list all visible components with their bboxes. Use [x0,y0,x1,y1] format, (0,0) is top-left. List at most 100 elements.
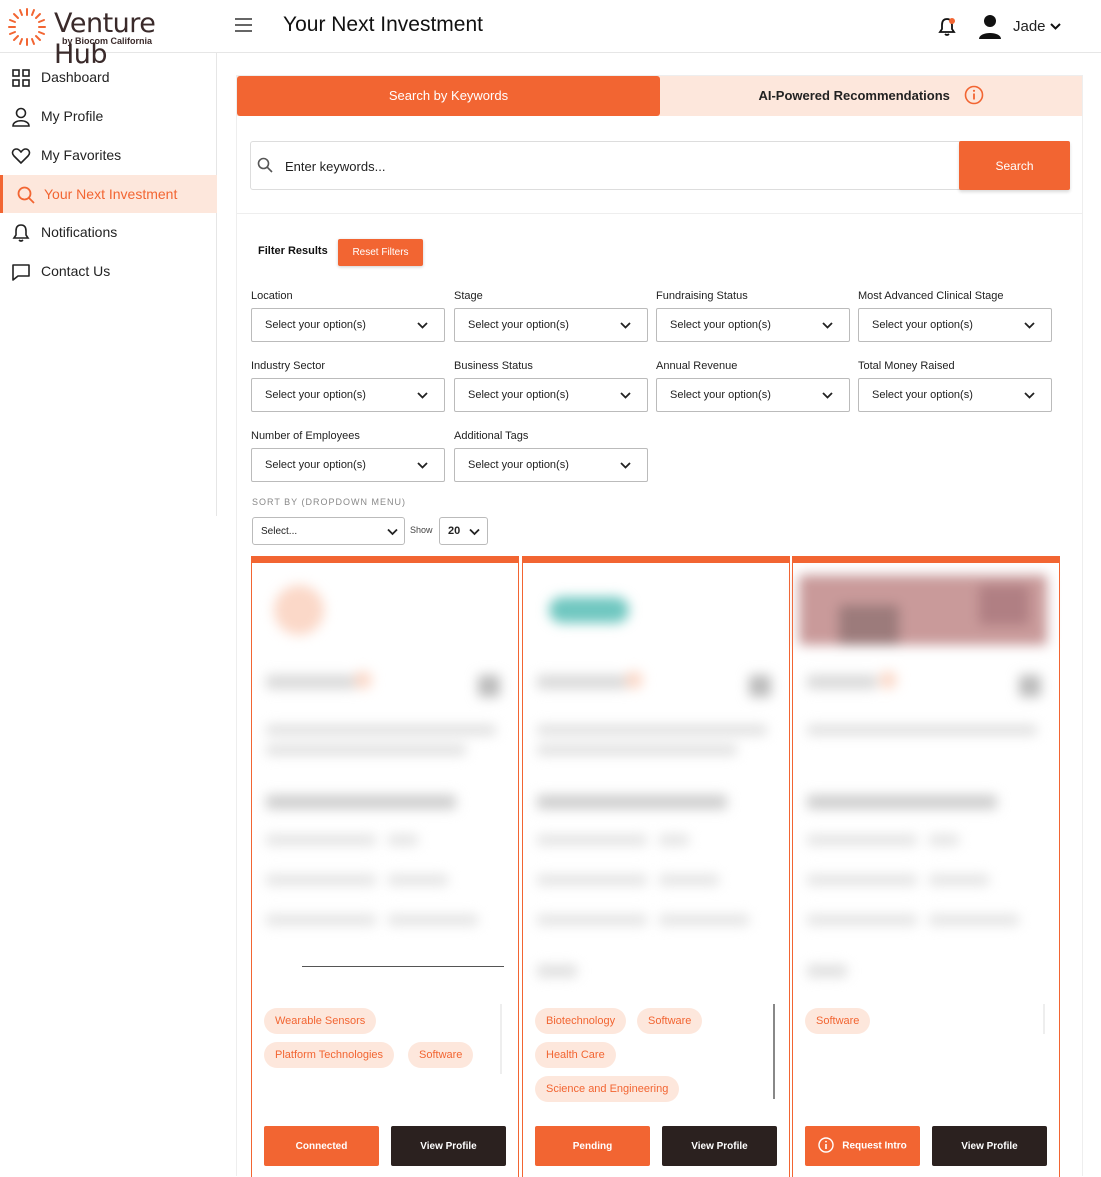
filter-label-location: Location [251,290,293,302]
sidebar-item-dashboard[interactable]: Dashboard [0,58,217,96]
sidebar-item-your-next-investment[interactable]: Your Next Investment [0,175,217,213]
brand-subtitle: by Biocom California [62,36,153,46]
select-value: Select your option(s) [670,389,771,401]
view-profile-button[interactable]: View Profile [391,1126,506,1166]
search-tabs: Search by Keywords AI-Powered Recommenda… [237,76,1082,116]
keyword-search-input[interactable] [285,154,925,178]
select-value: 20 [448,525,461,537]
search-icon [257,157,273,173]
notification-bell-icon[interactable] [937,16,957,38]
user-avatar-icon [979,15,1001,39]
select-value: Select your option(s) [468,319,569,331]
chevron-down-icon [387,528,398,536]
search-panel: Search by Keywords AI-Powered Recommenda… [236,75,1083,1177]
sidebar-item-label: Notifications [41,224,118,240]
fundraising-status-select[interactable]: Select your option(s) [656,308,850,342]
sidebar-item-label: My Profile [41,108,104,124]
grid-icon [12,69,30,87]
sunburst-logo-icon [8,8,46,46]
filter-label-industry-sector: Industry Sector [251,360,325,372]
select-value: Select your option(s) [670,319,771,331]
scrollbar[interactable] [500,1004,502,1074]
scrollbar[interactable] [1043,1004,1045,1034]
tab-label: AI-Powered Recommendations [758,88,950,103]
pending-button[interactable]: Pending [535,1126,650,1166]
chevron-down-icon [417,462,428,469]
sidebar-item-my-profile[interactable]: My Profile [0,97,217,135]
chevron-down-icon [620,322,631,329]
select-value: Select... [261,526,298,537]
employees-select[interactable]: Select your option(s) [251,448,445,482]
blurred-company-details [529,575,777,980]
additional-tags-select[interactable]: Select your option(s) [454,448,648,482]
filter-label-additional-tags: Additional Tags [454,430,529,442]
chevron-down-icon [822,322,833,329]
button-label: Request Intro [842,1140,907,1152]
tab-search-by-keywords[interactable]: Search by Keywords [237,76,660,116]
filter-label-annual-revenue: Annual Revenue [656,360,738,372]
select-value: Select your option(s) [265,459,366,471]
view-profile-button[interactable]: View Profile [662,1126,777,1166]
tag: Science and Engineering [535,1076,680,1102]
show-label: Show [410,525,433,535]
chevron-down-icon [1024,322,1035,329]
chat-icon [12,264,30,281]
chevron-down-icon [822,392,833,399]
chevron-down-icon [469,528,480,536]
sidebar-item-label: Your Next Investment [44,186,178,202]
info-icon[interactable] [964,85,984,105]
tab-label: Search by Keywords [388,88,509,103]
hamburger-menu-icon[interactable] [235,18,252,32]
sidebar-item-label: Dashboard [41,69,110,85]
company-card: Wearable Sensors Platform Technologies S… [251,556,519,1177]
page-size-select[interactable]: 20 [439,517,488,545]
sidebar-item-label: Contact Us [41,263,111,279]
sort-by-label: SORT BY (DROPDOWN MENU) [252,497,407,507]
connected-button[interactable]: Connected [264,1126,379,1166]
select-value: Select your option(s) [265,319,366,331]
industry-sector-select[interactable]: Select your option(s) [251,378,445,412]
location-select[interactable]: Select your option(s) [251,308,445,342]
stage-select[interactable]: Select your option(s) [454,308,648,342]
tab-ai-powered-recommendations[interactable]: AI-Powered Recommendations [660,76,1082,116]
chevron-down-icon [1024,392,1035,399]
total-money-raised-select[interactable]: Select your option(s) [858,378,1052,412]
tag: Health Care [535,1042,616,1068]
select-value: Select your option(s) [468,389,569,401]
sort-by-select[interactable]: Select... [252,517,405,545]
chevron-down-icon [620,392,631,399]
bell-icon [12,224,30,242]
info-icon [818,1137,834,1153]
annual-revenue-select[interactable]: Select your option(s) [656,378,850,412]
top-header: Venture Hub by Biocom California Your Ne… [0,0,1101,70]
tag: Platform Technologies [264,1042,395,1068]
chevron-down-icon [417,392,428,399]
blurred-company-details [799,575,1047,980]
clinical-stage-select[interactable]: Select your option(s) [858,308,1052,342]
view-profile-button[interactable]: View Profile [932,1126,1047,1166]
user-icon [12,107,30,127]
chevron-down-icon [417,322,428,329]
venture-hub-logo[interactable]: Venture Hub by Biocom California [6,6,216,70]
tag: Wearable Sensors [264,1008,377,1034]
scrollbar[interactable] [773,1004,775,1099]
user-menu[interactable]: Jade [976,14,1076,40]
request-intro-button[interactable]: Request Intro [805,1126,920,1166]
sidebar-item-label: My Favorites [41,147,122,163]
sidebar: Dashboard My Profile My Favorites Your N… [0,53,217,516]
chevron-down-icon [1050,23,1061,30]
sidebar-item-contact-us[interactable]: Contact Us [0,252,217,290]
sidebar-item-notifications[interactable]: Notifications [0,213,217,251]
reset-filters-button[interactable]: Reset Filters [338,239,423,266]
sidebar-item-my-favorites[interactable]: My Favorites [0,136,217,174]
separator-line [302,966,504,967]
search-button[interactable]: Search [959,141,1070,190]
business-status-select[interactable]: Select your option(s) [454,378,648,412]
tag: Software [408,1042,474,1068]
keyword-search-bar: Search [250,141,1070,190]
page-title: Your Next Investment [283,13,483,36]
select-value: Select your option(s) [872,389,973,401]
filter-label-business-status: Business Status [454,360,533,372]
chevron-down-icon [620,462,631,469]
heart-icon [11,148,31,165]
